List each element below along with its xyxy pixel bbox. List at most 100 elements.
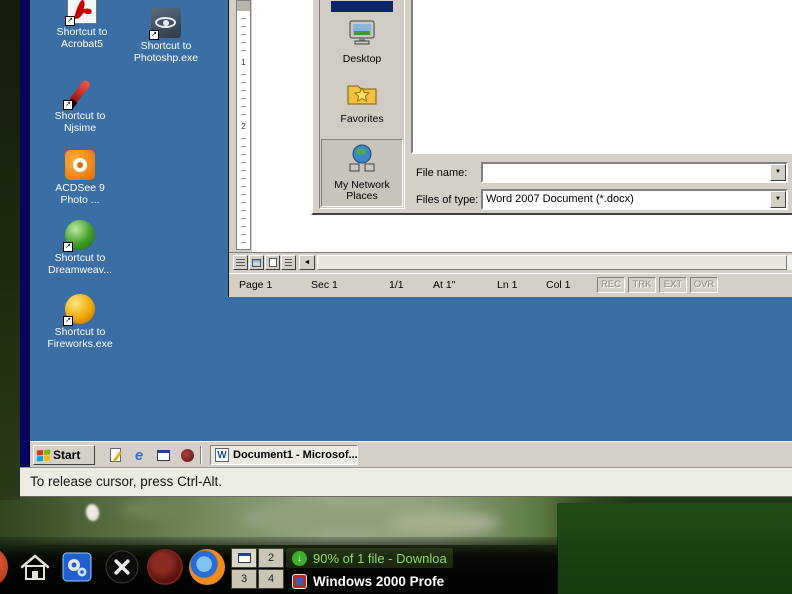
workspace-2[interactable]: 2: [258, 548, 284, 568]
status-column: Col 1: [546, 279, 571, 291]
places-item-label: Favorites: [340, 113, 384, 125]
vm-window-border: [20, 0, 30, 467]
places-item-desktop[interactable]: Desktop: [321, 19, 403, 65]
desktop-places-icon: [347, 19, 377, 52]
places-item-my-network-places[interactable]: My Network Places: [321, 139, 403, 207]
desktop-icon-label: Shortcut to Acrobat5: [56, 26, 108, 50]
horizontal-scrollbar[interactable]: [317, 255, 792, 270]
outline-view-button[interactable]: [281, 255, 296, 270]
ruler-number: 1: [237, 57, 250, 67]
firefox-launcher[interactable]: [189, 549, 225, 585]
scroll-left-button[interactable]: ◄: [299, 255, 315, 270]
media-launcher[interactable]: [147, 549, 183, 585]
vm-status-message: To release cursor, press Ctrl-Alt.: [20, 467, 792, 497]
shortcut-arrow-icon: ↗: [149, 30, 159, 40]
file-list-box[interactable]: [411, 0, 792, 154]
files-of-type-label: Files of type:: [416, 194, 479, 206]
quicklaunch-document-icon[interactable]: [106, 446, 124, 464]
home-icon: [18, 554, 52, 589]
workspace-pager: 2 3 4: [231, 548, 284, 589]
web-layout-view-button[interactable]: [249, 255, 264, 270]
network-places-icon: [346, 143, 378, 178]
file-name-dropdown-button[interactable]: ▼: [770, 164, 786, 181]
files-of-type-select[interactable]: Word 2007 Document (*.docx) ▼: [481, 189, 788, 210]
workspace-4[interactable]: 4: [258, 569, 284, 589]
quicklaunch-internet-explorer-icon[interactable]: e: [130, 446, 148, 464]
shortcut-arrow-icon: ↗: [63, 100, 73, 110]
desktop-icon-photoshop[interactable]: ↗ Shortcut to Photoshp.exe: [126, 8, 206, 64]
acrobat-icon: ↗: [65, 0, 97, 26]
places-item-label: Desktop: [342, 53, 382, 65]
vertical-ruler[interactable]: 1 2: [236, 0, 251, 250]
dreamweaver-icon: ↗: [63, 220, 95, 252]
chevron-down-icon: ▼: [775, 169, 781, 175]
status-ovr-indicator[interactable]: OVR: [690, 277, 718, 293]
scrollbar-thumb[interactable]: [317, 255, 787, 270]
njsime-icon: ↗: [63, 78, 95, 110]
fireworks-icon: ↗: [63, 294, 95, 326]
workspace-1[interactable]: [231, 548, 257, 568]
status-page-count: 1/1: [389, 279, 404, 291]
word-status-bar: Page 1 Sec 1 1/1 At 1" Ln 1 Col 1 REC TR…: [229, 273, 792, 297]
settings-gears-icon: [61, 552, 93, 587]
save-as-dialog: Desktop Favorites My Network Places File…: [311, 0, 792, 215]
download-icon: ↓: [292, 550, 307, 566]
vm-window: ↗ Shortcut to Acrobat5 ↗ Shortcut to Pho…: [20, 0, 792, 497]
quicklaunch-media-icon[interactable]: [178, 446, 196, 464]
status-line: Ln 1: [497, 279, 518, 291]
file-name-input[interactable]: [484, 165, 769, 180]
normal-view-button[interactable]: [233, 255, 248, 270]
places-bar: Desktop Favorites My Network Places: [319, 0, 405, 209]
wallpaper-dark-green-area: [557, 503, 792, 594]
desktop-icon-acrobat[interactable]: ↗ Shortcut to Acrobat5: [42, 0, 122, 50]
screen: ↗ Shortcut to Acrobat5 ↗ Shortcut to Pho…: [0, 0, 792, 594]
home-launcher[interactable]: [18, 551, 52, 590]
ruler-number: 2: [237, 121, 250, 131]
photoshop-icon: ↗: [149, 8, 181, 40]
scroll-left-icon: ◄: [303, 259, 311, 266]
status-rec-indicator[interactable]: REC: [597, 277, 625, 293]
wallpaper-reflection: [390, 512, 500, 534]
favorites-folder-icon: [346, 79, 378, 112]
host-task-download[interactable]: ↓ 90% of 1 file - Downloa: [286, 548, 453, 568]
desktop-icon-label: Shortcut to Photoshp.exe: [133, 40, 199, 64]
desktop-icon-fireworks[interactable]: ↗ Shortcut to Fireworks.exe: [40, 294, 120, 350]
quicklaunch-window-icon[interactable]: [154, 446, 172, 464]
ie-e-icon: e: [134, 446, 144, 464]
vm-taskbar: Start e W Document1 - Microsof...: [30, 441, 792, 467]
vm-status-message-text: To release cursor, press Ctrl-Alt.: [30, 474, 223, 489]
workspace-3[interactable]: 3: [231, 569, 257, 589]
places-item-selected-partial[interactable]: [331, 1, 393, 12]
admin-tools-launcher[interactable]: [104, 549, 140, 590]
files-of-type-value: Word 2007 Document (*.docx): [486, 193, 634, 205]
start-button-label: Start: [53, 448, 81, 462]
host-task-label: Windows 2000 Profe: [313, 573, 445, 589]
desktop-icon-acdsee[interactable]: ACDSee 9 Photo ...: [40, 150, 120, 206]
host-task-vm-window[interactable]: Windows 2000 Profe: [286, 571, 450, 591]
desktop-icon-label: Shortcut to Njsime: [54, 110, 106, 134]
acdsee-icon: [65, 150, 95, 180]
desktop-icon-njsime[interactable]: ↗ Shortcut to Njsime: [40, 78, 120, 134]
status-ext-indicator[interactable]: EXT: [659, 277, 687, 293]
shortcut-arrow-icon: ↗: [65, 16, 75, 26]
workspace-window-thumbnail: [237, 553, 251, 563]
taskbar-button-document1[interactable]: W Document1 - Microsof...: [210, 445, 358, 465]
print-layout-view-button[interactable]: [265, 255, 280, 270]
start-button[interactable]: Start: [33, 445, 95, 465]
print-layout-icon: [268, 258, 277, 267]
control-center-launcher[interactable]: [61, 551, 93, 588]
file-name-label: File name:: [416, 167, 468, 179]
wallpaper-trees-edge: [0, 0, 20, 500]
desktop-icon-label: ACDSee 9 Photo ...: [55, 182, 105, 206]
windows-desktop[interactable]: ↗ Shortcut to Acrobat5 ↗ Shortcut to Pho…: [30, 0, 792, 467]
files-of-type-dropdown-button[interactable]: ▼: [770, 191, 786, 208]
shortcut-arrow-icon: ↗: [63, 242, 73, 252]
places-item-label: My Network Places: [334, 179, 390, 202]
wallpaper-reflection: [120, 500, 190, 518]
desktop-icon-dreamweaver[interactable]: ↗ Shortcut to Dreamweav...: [40, 220, 120, 276]
status-trk-indicator[interactable]: TRK: [628, 277, 656, 293]
wallpaper-reflection: [240, 505, 390, 531]
places-item-favorites[interactable]: Favorites: [321, 79, 403, 125]
word-window: 1 2 Desktop Favorites My Network Places …: [228, 0, 792, 297]
ruler-margin-area: [237, 1, 250, 11]
